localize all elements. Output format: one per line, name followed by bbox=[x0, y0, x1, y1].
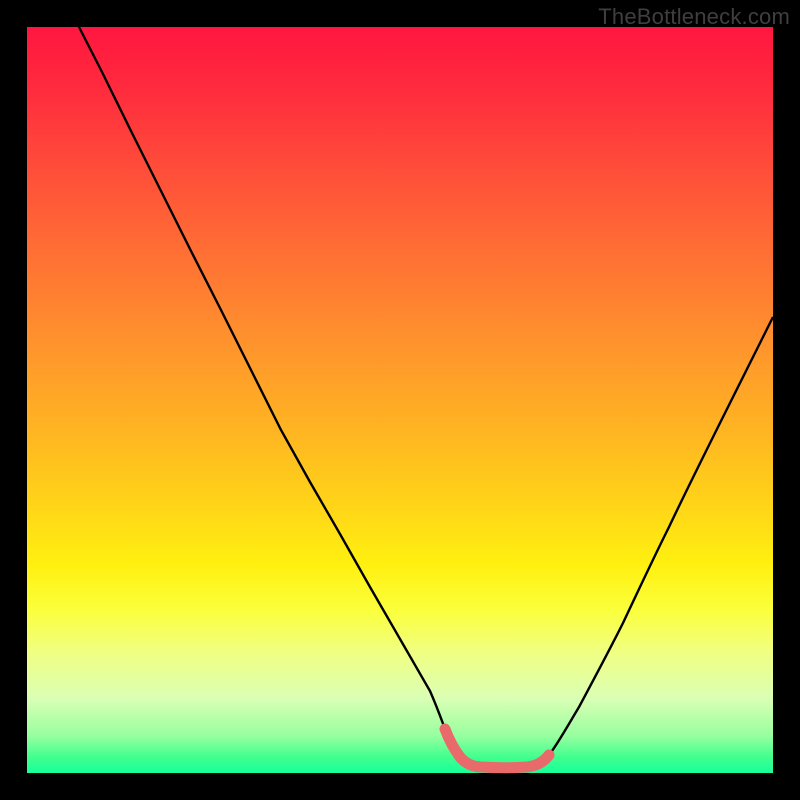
curve-highlight bbox=[445, 729, 549, 768]
bottleneck-curve bbox=[27, 27, 773, 773]
watermark-text: TheBottleneck.com bbox=[598, 4, 790, 30]
chart-frame: TheBottleneck.com bbox=[0, 0, 800, 800]
plot-area bbox=[27, 27, 773, 773]
curve-path bbox=[79, 27, 773, 768]
